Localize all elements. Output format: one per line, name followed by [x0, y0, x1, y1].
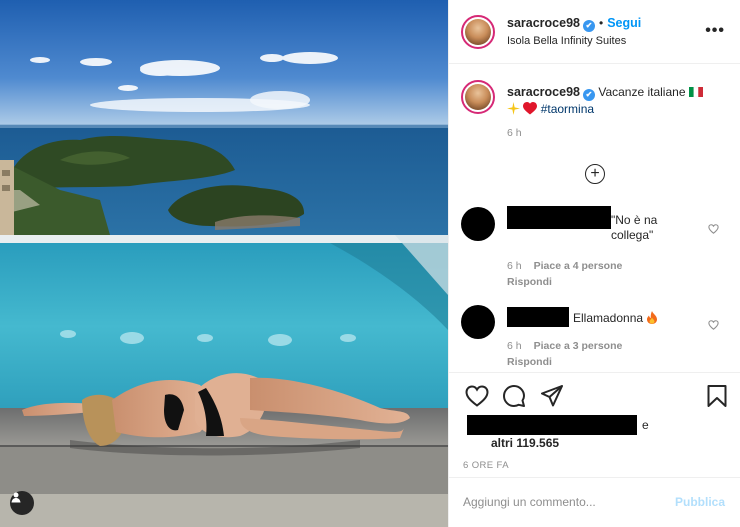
caption-username[interactable]: saracroce98 — [507, 85, 580, 99]
separator-dot: • — [598, 16, 604, 30]
redacted-username — [507, 307, 569, 327]
caption-text: saracroce98 ✔ Vacanze italiane #taormina — [507, 84, 727, 117]
post-photo[interactable] — [0, 0, 448, 527]
caption-time: 6 h — [507, 127, 522, 139]
comment-time: 6 h — [507, 260, 522, 272]
comment-input[interactable]: Aggiungi un commento... — [463, 495, 596, 509]
beach-pool-photo — [0, 0, 448, 527]
redacted-liker — [467, 415, 637, 435]
redacted-username — [507, 206, 611, 229]
post-side-panel: saracroce98 ✔ • Segui Isola Bella Infinity … — [448, 0, 740, 527]
comment-body: Ellamadonna — [573, 311, 644, 325]
caption-body: Vacanze italiane — [598, 85, 686, 99]
italy-flag-icon — [688, 86, 703, 98]
more-options-icon[interactable]: ••• — [705, 22, 725, 40]
fire-icon — [647, 311, 658, 324]
share-icon[interactable] — [541, 385, 563, 407]
likes-count-link[interactable]: altri 119.565 — [491, 436, 559, 450]
verified-badge-icon: ✔ — [582, 20, 595, 32]
sparkles-icon — [507, 102, 520, 115]
add-comment-bar: Aggiungi un commento... Pubblica — [449, 477, 740, 527]
publish-button[interactable]: Pubblica — [675, 495, 725, 509]
post-header: saracroce98 ✔ • Segui Isola Bella Infinity … — [449, 0, 740, 64]
comment-icon[interactable] — [503, 385, 525, 407]
reply-button[interactable]: Rispondi — [507, 276, 552, 288]
user-icon — [11, 492, 21, 503]
load-more-comments-icon[interactable]: + — [585, 164, 605, 184]
tagged-user-button[interactable] — [10, 491, 34, 515]
comment-time: 6 h — [507, 340, 522, 352]
comment-meta: 6 h Piace a 4 persone — [507, 260, 622, 272]
verified-badge-icon: ✔ — [582, 89, 595, 101]
post-timestamp: 6 ORE FA — [463, 460, 509, 471]
like-comment-heart-icon[interactable] — [708, 320, 719, 330]
bookmark-icon[interactable] — [707, 385, 727, 407]
author-avatar[interactable] — [461, 15, 495, 49]
commenter-avatar[interactable] — [461, 305, 495, 339]
likes-connector: e — [642, 418, 649, 432]
red-heart-icon — [523, 102, 538, 115]
hashtag-link[interactable]: #taormina — [541, 102, 594, 116]
reply-button[interactable]: Rispondi — [507, 356, 552, 368]
follow-button[interactable]: Segui — [607, 16, 641, 30]
post-actions: e altri 119.565 6 ORE FA — [449, 372, 740, 482]
comment-text: "No è na collega" — [611, 213, 658, 242]
commenter-avatar[interactable] — [461, 207, 495, 241]
like-comment-heart-icon[interactable] — [708, 224, 719, 234]
comment-meta: 6 h Piace a 3 persone — [507, 340, 622, 352]
author-username[interactable]: saracroce98 — [507, 16, 580, 30]
caption-author-avatar[interactable] — [461, 80, 495, 114]
heart-icon[interactable] — [465, 385, 489, 407]
comment-likes[interactable]: Piace a 4 persone — [534, 260, 623, 272]
comment-likes[interactable]: Piace a 3 persone — [534, 340, 623, 352]
location-link[interactable]: Isola Bella Infinity Suites — [507, 35, 626, 47]
comment-text: Ellamadonna — [573, 311, 658, 326]
